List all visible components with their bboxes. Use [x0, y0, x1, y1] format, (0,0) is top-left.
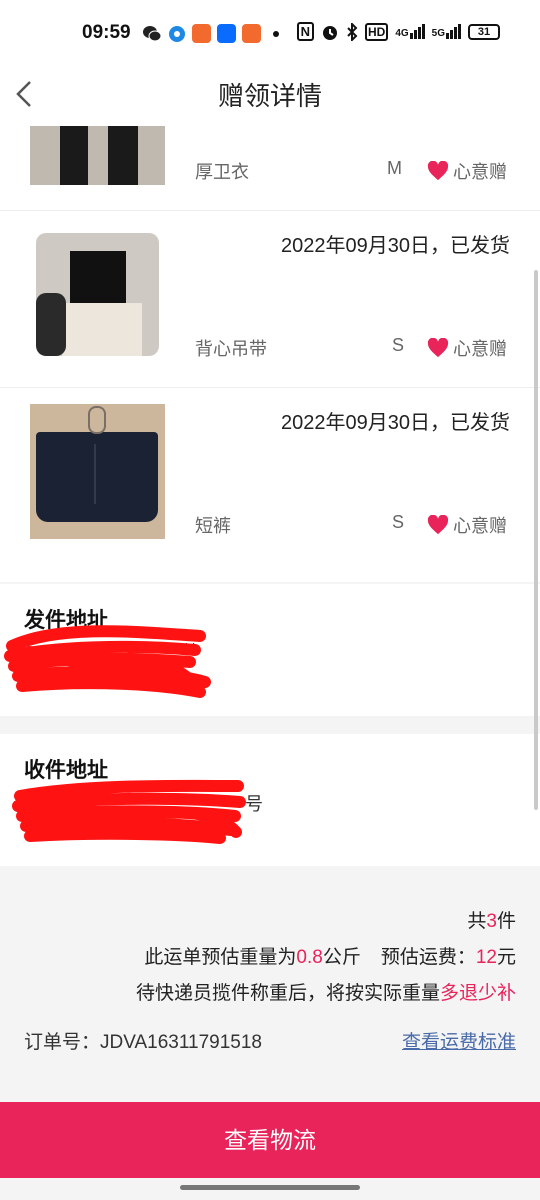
ship-date: 2022年09月30日，已发货 — [281, 235, 510, 257]
order-number: 订单号：JDVA16311791518 — [24, 1032, 262, 1053]
dot-icon — [273, 30, 279, 37]
header: 赠领详情 — [0, 64, 540, 126]
item-name: 短裤 — [195, 516, 231, 536]
browser-icon — [169, 25, 185, 42]
heart-icon — [427, 338, 449, 358]
gift-label: 心意赠 — [453, 162, 507, 182]
gift-type: 心意赠 — [427, 335, 507, 361]
gift-item[interactable]: 2022年09月30日，已发货 背心吊带 S 心意赠 — [0, 211, 540, 387]
product-image — [30, 227, 165, 362]
fee-value: 12 — [475, 947, 497, 968]
gift-label: 心意赠 — [453, 516, 507, 536]
view-logistics-button[interactable]: 查看物流 — [0, 1102, 540, 1178]
order-number-value: JDVA16311791518 — [100, 1032, 262, 1053]
weight-fee-line: 此运单预估重量为0.8公斤 预估运费：12元 — [144, 947, 516, 968]
sender-address-card: 发件地址 *** 74 — [0, 584, 540, 716]
weight-note: 待快递员揽件称重后，将按实际重量多退少补 — [135, 983, 516, 1004]
gift-type: 心意赠 — [427, 512, 507, 538]
battery-icon: 31 — [468, 23, 500, 40]
item-name: 背心吊带 — [195, 339, 267, 359]
ship-date: 2022年09月30日，已发货 — [281, 412, 510, 434]
status-time: 09:59 — [82, 22, 131, 43]
item-name: 厚卫衣 — [195, 162, 249, 182]
app-icon — [192, 24, 211, 43]
redaction-scribble — [12, 779, 246, 844]
shipping-rate-link[interactable]: 查看运费标准 — [402, 1027, 516, 1054]
redaction-scribble — [4, 625, 211, 698]
home-indicator[interactable] — [180, 1185, 360, 1190]
item-size: S — [392, 512, 405, 532]
alarm-icon — [322, 25, 337, 40]
notification-icons — [142, 24, 279, 43]
system-icons: N HD 4G 5G 31 — [296, 22, 500, 41]
heart-icon — [427, 515, 449, 535]
weight-value: 0.8 — [296, 947, 323, 968]
product-image — [30, 126, 165, 185]
gift-item[interactable]: 2022年09月30日，已发货 短裤 S 心意赠 — [0, 388, 540, 582]
item-count: 共3件 — [467, 911, 516, 932]
product-image — [30, 404, 165, 539]
bluetooth-icon — [347, 22, 358, 41]
item-count-value: 3 — [486, 911, 497, 932]
gift-item[interactable]: 厚卫衣 M 心意赠 — [0, 126, 540, 210]
signal-4g-icon: 4G — [395, 24, 425, 39]
signal-5g-icon: 5G — [432, 24, 461, 39]
gift-type: 心意赠 — [427, 158, 507, 184]
nfc-icon: N — [296, 22, 314, 41]
app-icon — [242, 24, 261, 43]
page-title: 赠领详情 — [217, 81, 322, 111]
detail-content: 厚卫衣 M 心意赠 2022年09月30日，已发货 背心吊带 S 心意赠 202… — [0, 126, 540, 1102]
wechat-icon — [143, 25, 162, 41]
zhihu-icon — [217, 24, 236, 43]
hd-icon: HD — [364, 22, 389, 41]
gift-label: 心意赠 — [453, 339, 507, 359]
heart-icon — [427, 161, 449, 181]
item-size: S — [392, 335, 405, 355]
status-bar: 09:59 N HD 4G 5G 31 — [0, 0, 540, 64]
receiver-address-card: 收件地址 号 — [0, 734, 540, 866]
item-size: M — [387, 158, 402, 178]
scrollbar[interactable] — [534, 270, 538, 810]
